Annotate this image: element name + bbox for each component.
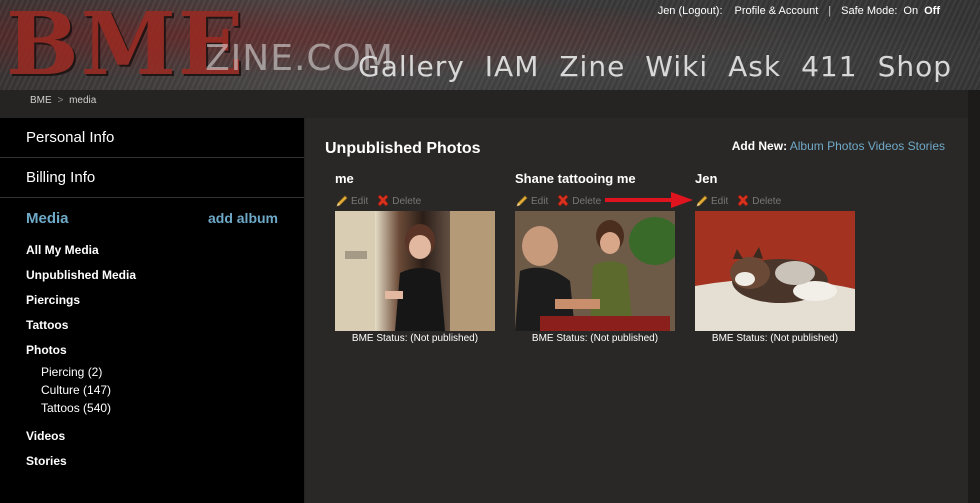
page: BME ZINE.COM Jen (Logout): Profile & Acc… [0,0,980,503]
delete-label: Delete [752,195,782,207]
sidebar-billing-info[interactable]: Billing Info [0,158,304,198]
photo-status: BME Status: (Not published) [351,333,479,344]
page-title: Unpublished Photos [325,140,481,157]
nav-ask[interactable]: Ask [728,50,781,83]
header-banner: BME ZINE.COM Jen (Logout): Profile & Acc… [0,0,980,90]
sidebar-sub-culture[interactable]: Culture (147) [26,381,304,399]
add-new-stories[interactable]: Stories [908,139,945,153]
add-new-videos[interactable]: Videos [868,139,904,153]
edit-label: Edit [351,195,369,207]
sidebar-item-photos[interactable]: Photos [26,338,304,363]
sidebar-media-list: All My Media Unpublished Media Piercings… [0,238,304,474]
nav-shop[interactable]: Shop [878,50,952,83]
main-content: Unpublished Photos Add New: Album Photos… [305,118,968,503]
photo-figure [335,211,495,331]
sidebar-item-all-media[interactable]: All My Media [26,238,304,263]
sidebar-personal-info[interactable]: Personal Info [0,118,304,158]
sidebar-item-piercings[interactable]: Piercings [26,288,304,313]
sidebar-media-title[interactable]: Media [26,210,69,227]
breadcrumb: BME > media [0,90,968,118]
account-bar: Jen (Logout): Profile & Account | Safe M… [658,5,940,17]
delete-button[interactable]: Delete [736,194,781,208]
delete-x-icon [377,194,389,207]
photo-card: Jen Edit Delete BME Status: (Not publish… [695,171,865,344]
delete-x-icon [557,194,569,207]
sidebar-sub-piercing[interactable]: Piercing (2) [26,363,304,381]
nav-411[interactable]: 411 [801,50,857,83]
edit-button[interactable]: Edit [695,194,728,208]
breadcrumb-current: media [69,95,97,106]
photo-title[interactable]: me [335,171,505,189]
pencil-icon [336,195,348,207]
nav-gallery[interactable]: Gallery [358,50,465,83]
edit-button[interactable]: Edit [335,194,368,208]
sidebar-item-unpublished[interactable]: Unpublished Media [26,263,304,288]
sidebar-item-tattoos[interactable]: Tattoos [26,313,304,338]
logout-link[interactable]: Jen (Logout): [658,5,723,17]
photo-status: BME Status: (Not published) [711,333,839,344]
delete-button[interactable]: Delete [376,194,421,208]
photo-title[interactable]: Jen [695,171,865,189]
sidebar-sub-tattoos[interactable]: Tattoos (540) [26,399,304,417]
photo-title[interactable]: Shane tattooing me [515,171,685,189]
scrollbar[interactable] [968,90,980,503]
delete-button[interactable]: Delete [556,194,601,208]
delete-label: Delete [572,195,602,207]
pencil-icon [696,195,708,207]
photo-actions: Edit Delete [335,194,505,208]
edit-button[interactable]: Edit [515,194,548,208]
delete-label: Delete [392,195,422,207]
sidebar: Personal Info Billing Info Media add alb… [0,118,305,503]
sidebar-item-stories[interactable]: Stories [26,449,304,474]
breadcrumb-root[interactable]: BME [30,95,52,106]
safe-mode-label: Safe Mode: [841,5,898,17]
add-new-label: Add New: [731,139,788,153]
sidebar-media-header: Media add album [0,198,304,238]
nav-iam[interactable]: IAM [485,50,540,83]
main-nav: Gallery IAM Zine Wiki Ask 411 Shop [358,50,952,83]
photo-actions: Edit Delete [695,194,865,208]
nav-zine[interactable]: Zine [559,50,625,83]
safe-mode-off[interactable]: Off [924,5,940,17]
photo-figure [515,211,675,331]
add-new-photos[interactable]: Photos [827,139,864,153]
add-new-album[interactable]: Album [790,139,824,153]
add-album-link[interactable]: add album [208,210,278,226]
sidebar-item-videos[interactable]: Videos [26,424,304,449]
profile-account-link[interactable]: Profile & Account [735,5,819,17]
edit-label: Edit [531,195,549,207]
photo-card: me Edit Delete BME Status: (Not publishe… [335,171,505,344]
photo-thumbnail[interactable] [695,211,855,331]
delete-x-icon [737,194,749,207]
photo-thumbnail[interactable] [335,211,495,331]
red-arrow-icon [605,192,693,208]
photo-thumbnail[interactable] [515,211,675,331]
photo-figure [695,211,855,331]
photo-status: BME Status: (Not published) [531,333,659,344]
edit-label: Edit [711,195,729,207]
breadcrumb-sep: > [57,95,64,106]
add-new-bar: Add New: Album Photos Videos Stories [732,139,945,153]
pencil-icon [516,195,528,207]
nav-wiki[interactable]: Wiki [645,50,708,83]
account-divider: | [828,5,832,17]
safe-mode-on[interactable]: On [903,5,918,17]
